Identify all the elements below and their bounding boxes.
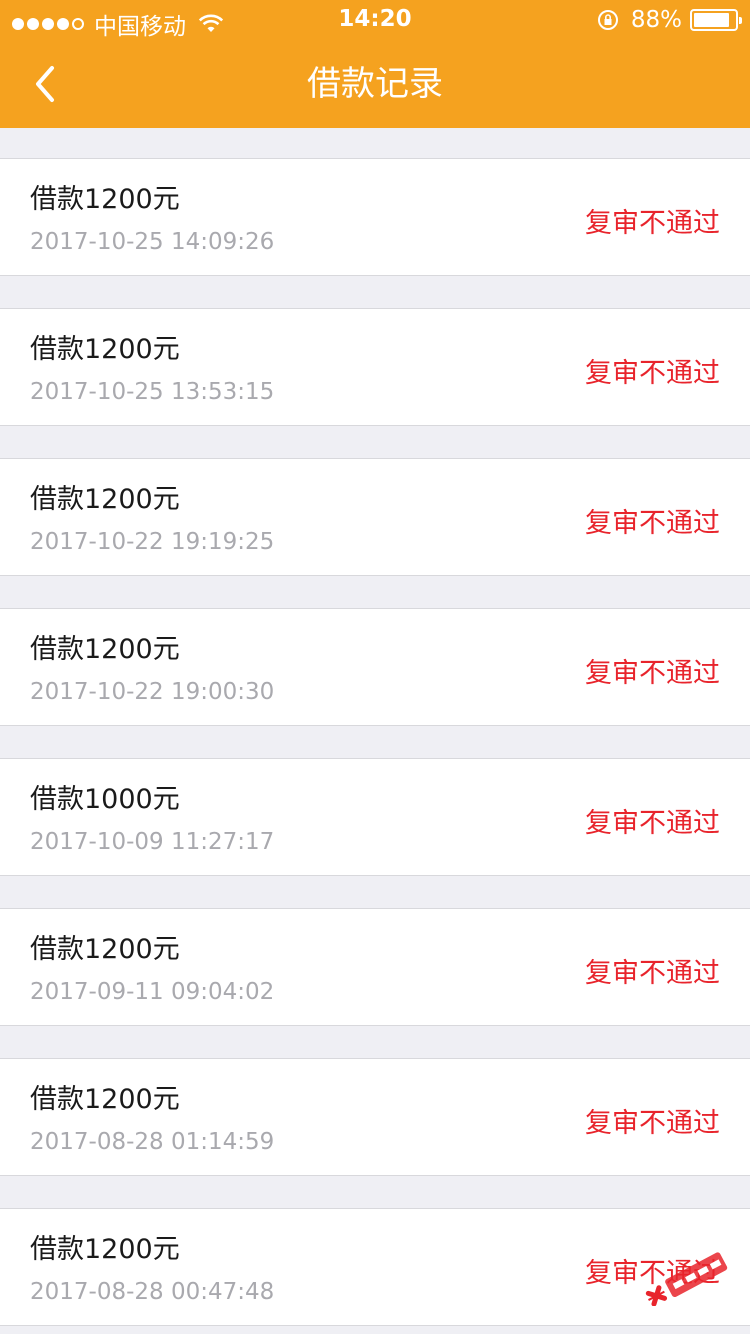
loan-status: 复审不通过 xyxy=(585,508,720,539)
loan-record-row[interactable]: 借款1200元 2017-10-22 19:19:25 复审不通过 xyxy=(0,458,750,576)
loan-status: 复审不通过 xyxy=(585,808,720,839)
loan-record-row[interactable]: 借款1000元 2017-10-09 11:27:17 复审不通过 xyxy=(0,758,750,876)
loan-datetime: 2017-08-28 01:14:59 xyxy=(30,1129,275,1155)
battery-icon xyxy=(690,9,742,31)
loan-datetime: 2017-08-28 00:47:48 xyxy=(30,1279,275,1305)
loan-status: 复审不通过 xyxy=(585,958,720,989)
battery-percent: 88% xyxy=(630,7,682,33)
loan-amount: 借款1200元 xyxy=(30,334,180,365)
loan-amount: 借款1200元 xyxy=(30,484,180,515)
loan-amount: 借款1200元 xyxy=(30,1234,180,1265)
battery-fill xyxy=(694,13,730,27)
loan-amount: 借款1200元 xyxy=(30,934,180,965)
loan-status: 复审不通过 xyxy=(585,358,720,389)
loan-record-row[interactable]: 借款1200元 2017-08-28 00:47:48 复审不通过 xyxy=(0,1208,750,1326)
loan-record-row[interactable]: 借款1200元 2017-10-22 19:00:30 复审不通过 xyxy=(0,608,750,726)
loan-status: 复审不通过 xyxy=(585,658,720,689)
loan-datetime: 2017-10-09 11:27:17 xyxy=(30,829,275,855)
status-bar: 中国移动 14:20 88% xyxy=(0,0,750,40)
loan-amount: 借款1200元 xyxy=(30,1084,180,1115)
loan-record-row[interactable]: 借款1200元 2017-10-25 14:09:26 复审不通过 xyxy=(0,158,750,276)
loan-status: 复审不通过 xyxy=(585,1108,720,1139)
loan-amount: 借款1000元 xyxy=(30,784,180,815)
loan-datetime: 2017-10-25 13:53:15 xyxy=(30,379,275,405)
loan-amount: 借款1200元 xyxy=(30,184,180,215)
loan-amount: 借款1200元 xyxy=(30,634,180,665)
page-title: 借款记录 xyxy=(307,64,443,104)
status-right: 88% xyxy=(597,7,742,33)
loan-record-row[interactable]: 借款1200元 2017-09-11 09:04:02 复审不通过 xyxy=(0,908,750,1026)
loan-record-row[interactable]: 借款1200元 2017-10-25 13:53:15 复审不通过 xyxy=(0,308,750,426)
battery-nub xyxy=(739,17,742,24)
loan-datetime: 2017-10-25 14:09:26 xyxy=(30,229,275,255)
loan-datetime: 2017-09-11 09:04:02 xyxy=(30,979,275,1005)
rotation-lock-icon xyxy=(597,10,618,30)
header: 中国移动 14:20 88% 借款记录 xyxy=(0,0,750,128)
loan-record-row[interactable]: 借款1200元 2017-08-28 01:14:59 复审不通过 xyxy=(0,1058,750,1176)
loan-status: 复审不通过 xyxy=(585,1258,720,1289)
loan-datetime: 2017-10-22 19:19:25 xyxy=(30,529,275,555)
loan-datetime: 2017-10-22 19:00:30 xyxy=(30,679,275,705)
loan-status: 复审不通过 xyxy=(585,208,720,239)
